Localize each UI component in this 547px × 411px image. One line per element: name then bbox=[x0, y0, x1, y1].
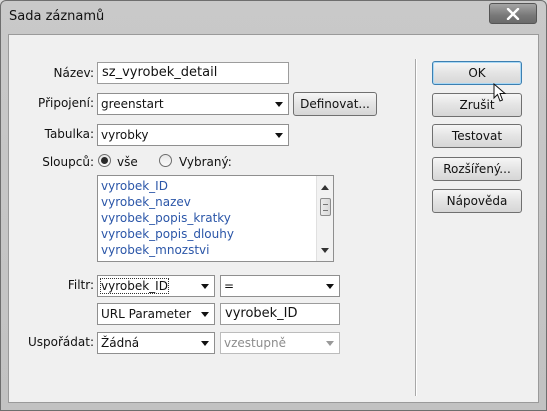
name-input[interactable]: sz_vyrobek_detail bbox=[97, 62, 289, 84]
columns-label: Sloupců: bbox=[42, 155, 94, 169]
sort-direction-select: vzestupně bbox=[220, 332, 340, 354]
table-value: vyrobky bbox=[101, 128, 149, 142]
sort-label: Uspořádat: bbox=[28, 335, 94, 349]
columns-all-label: vše bbox=[117, 155, 138, 169]
columns-all-radio[interactable] bbox=[98, 154, 111, 167]
filter-column-select[interactable]: vyrobek_ID bbox=[97, 275, 215, 297]
filter-source-value: URL Parameter bbox=[101, 307, 192, 321]
sort-column-value: Žádná bbox=[101, 336, 140, 350]
list-item[interactable]: vyrobek_ID bbox=[101, 178, 234, 194]
sort-direction-value: vzestupně bbox=[224, 336, 286, 350]
sort-column-select[interactable]: Žádná bbox=[97, 332, 215, 354]
list-item[interactable]: vyrobek_nazev bbox=[101, 194, 234, 210]
close-icon bbox=[506, 7, 520, 20]
recordset-dialog: Sada záznamů Název: sz_vyrobek_detail Př… bbox=[0, 0, 547, 411]
mouse-pointer-icon bbox=[493, 83, 507, 102]
dialog-body: Název: sz_vyrobek_detail Připojení: gree… bbox=[8, 34, 539, 403]
help-button[interactable]: Nápověda bbox=[432, 189, 522, 213]
chevron-down-icon bbox=[275, 102, 283, 107]
scroll-thumb[interactable] bbox=[320, 198, 331, 216]
list-item[interactable]: vyrobek_popis_kratky bbox=[101, 210, 234, 226]
cancel-button[interactable]: Zrušit bbox=[432, 93, 522, 117]
filter-operator-value: = bbox=[224, 279, 235, 293]
columns-list: vyrobek_ID vyrobek_nazev vyrobek_popis_k… bbox=[101, 178, 234, 258]
columns-selected-label: Vybraný: bbox=[179, 155, 232, 169]
list-item[interactable]: vyrobek_mnozstvi bbox=[101, 242, 234, 258]
columns-scrollbar[interactable] bbox=[316, 176, 333, 261]
advanced-button[interactable]: Rozšířený... bbox=[432, 157, 522, 181]
define-button[interactable]: Definovat... bbox=[293, 92, 377, 116]
filter-source-select[interactable]: URL Parameter bbox=[97, 303, 215, 325]
name-label: Název: bbox=[53, 66, 95, 80]
chevron-down-icon bbox=[275, 133, 283, 138]
chevron-down-icon bbox=[201, 341, 209, 346]
chevron-down-icon bbox=[201, 284, 209, 289]
connection-label: Připojení: bbox=[38, 96, 94, 110]
filter-operator-select[interactable]: = bbox=[220, 275, 340, 297]
connection-select[interactable]: greenstart bbox=[97, 93, 289, 115]
scroll-up-arrow-icon[interactable] bbox=[321, 185, 329, 190]
columns-listbox[interactable]: vyrobek_ID vyrobek_nazev vyrobek_popis_k… bbox=[97, 175, 334, 262]
vertical-divider bbox=[415, 59, 416, 396]
window-title: Sada záznamů bbox=[9, 9, 105, 24]
filter-column-value: vyrobek_ID bbox=[100, 278, 169, 294]
list-item[interactable]: vyrobek_popis_dlouhy bbox=[101, 226, 234, 242]
chevron-down-icon bbox=[201, 312, 209, 317]
scroll-down-arrow-icon[interactable] bbox=[321, 248, 329, 253]
table-label: Tabulka: bbox=[44, 127, 94, 141]
title-bar[interactable]: Sada záznamů bbox=[1, 1, 546, 33]
filter-label: Filtr: bbox=[67, 278, 94, 292]
close-button[interactable] bbox=[489, 3, 537, 24]
test-button[interactable]: Testovat bbox=[432, 124, 522, 148]
columns-selected-radio[interactable] bbox=[159, 154, 172, 167]
chevron-down-icon bbox=[326, 284, 334, 289]
chevron-down-icon bbox=[326, 341, 334, 346]
filter-value-input[interactable]: vyrobek_ID bbox=[220, 303, 340, 325]
table-select[interactable]: vyrobky bbox=[97, 124, 289, 146]
ok-button[interactable]: OK bbox=[432, 61, 522, 85]
connection-value: greenstart bbox=[101, 97, 164, 111]
